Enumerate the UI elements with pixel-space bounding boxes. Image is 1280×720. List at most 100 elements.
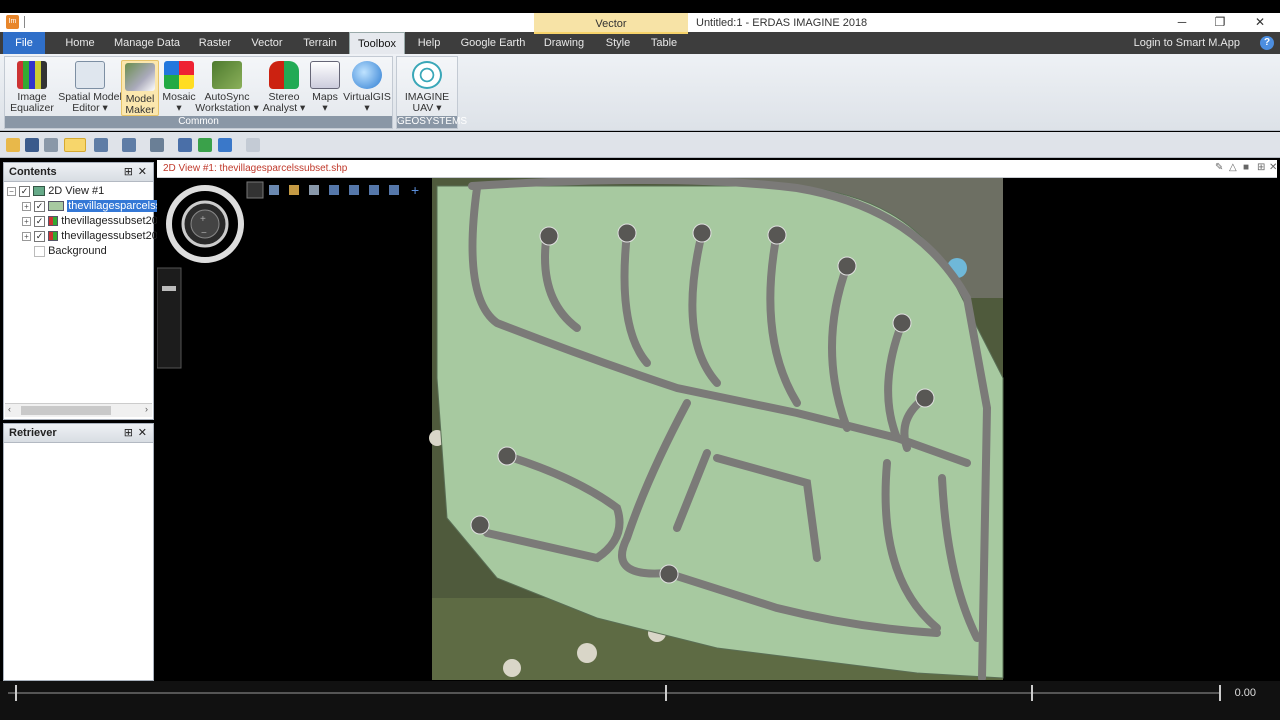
pin-icon[interactable]: ⊞ <box>124 424 133 443</box>
timeline-track[interactable] <box>8 692 1220 694</box>
view-warning-icon[interactable]: △ <box>1229 162 1237 173</box>
view-visibility-checkbox[interactable]: ✓ <box>19 185 31 197</box>
save-icon[interactable] <box>25 138 39 152</box>
pin-icon[interactable]: ⊞ <box>124 163 133 182</box>
retriever-panel-header: Retriever ⊞ ✕ <box>4 424 153 443</box>
autosync-icon <box>212 61 242 89</box>
link-tool-icon[interactable] <box>389 185 399 195</box>
raster-layer-icon <box>48 231 59 242</box>
timeline-marker[interactable] <box>1031 685 1033 701</box>
timeline-end-marker[interactable] <box>1219 685 1221 701</box>
select-cursor-icon[interactable] <box>64 138 86 152</box>
tab-file[interactable]: File <box>3 32 45 54</box>
fit-tool-icon[interactable] <box>309 185 319 195</box>
map-canvas[interactable]: + − + <box>157 178 1277 680</box>
timeline-marker[interactable] <box>665 685 667 701</box>
vector-layer-icon <box>48 201 65 212</box>
close-icon[interactable]: ✕ <box>138 424 147 443</box>
rotate-tool-icon[interactable] <box>269 185 279 195</box>
image-equalizer-button[interactable]: Image Equalizer <box>8 61 56 114</box>
mosaic-button[interactable]: Mosaic ▾ <box>161 61 197 114</box>
select-tool-icon[interactable] <box>246 181 264 199</box>
view-close-icon[interactable]: ✕ <box>1269 162 1277 173</box>
tab-terrain[interactable]: Terrain <box>298 32 342 54</box>
tree-layer-subset-1[interactable]: + ✓ thevillagessubset200 <box>22 214 164 228</box>
zoom-tool-icon[interactable] <box>329 185 339 195</box>
expand-icon[interactable]: + <box>22 231 31 241</box>
sync-tool-icon[interactable] <box>369 185 379 195</box>
expand-icon[interactable]: + <box>22 216 31 226</box>
title-bar: Im Vector Untitled:1 - ERDAS IMAGINE 201… <box>0 13 1280 32</box>
horizontal-scrollbar[interactable]: ‹ › <box>5 403 152 417</box>
maps-button[interactable]: Maps ▾ <box>307 61 343 114</box>
svg-text:−: − <box>201 228 207 239</box>
tab-raster[interactable]: Raster <box>194 32 236 54</box>
collapse-icon[interactable]: − <box>7 186 16 196</box>
timeline-start-marker[interactable] <box>15 685 17 701</box>
login-link[interactable]: Login to Smart M.App <box>1134 32 1240 54</box>
model-maker-button[interactable]: Model Maker ▾ <box>121 60 159 127</box>
layer-visibility-checkbox[interactable]: ✓ <box>34 200 46 212</box>
scroll-right-icon[interactable]: › <box>145 404 148 414</box>
background-label: Background <box>48 245 107 257</box>
zoom-slider-handle[interactable] <box>162 286 176 291</box>
north-tool-icon[interactable] <box>349 185 359 195</box>
inquire-icon[interactable] <box>218 138 232 152</box>
autosync-workstation-button[interactable]: AutoSync Workstation ▾ <box>195 61 259 114</box>
restore-button[interactable]: ❐ <box>1210 15 1230 30</box>
navigation-wheel[interactable]: + − <box>166 185 244 263</box>
mosaic-label-2: ▾ <box>176 102 182 114</box>
spatial-model-editor-button[interactable]: Spatial Model Editor ▾ <box>57 61 123 114</box>
open-folder-icon[interactable] <box>6 138 20 152</box>
stereo-analyst-button[interactable]: Stereo Analyst ▾ <box>259 61 309 114</box>
common-group: Image Equalizer Spatial Model Editor ▾ M… <box>4 56 393 129</box>
minimize-button[interactable]: ─ <box>1172 15 1192 30</box>
view-title: 2D View #1: thevillagesparcelssubset.shp <box>163 163 348 174</box>
tree-layer-parcels[interactable]: + ✓ thevillagesparcelss <box>22 199 163 213</box>
print-icon[interactable] <box>44 138 58 152</box>
tab-toolbox[interactable]: Toolbox <box>349 32 405 54</box>
view-icon <box>33 186 46 197</box>
image-equalizer-icon <box>17 61 47 89</box>
measure-icon[interactable] <box>246 138 260 152</box>
tab-drawing[interactable]: Drawing <box>540 32 588 54</box>
tab-google-earth[interactable]: Google Earth <box>458 32 528 54</box>
layer-visibility-checkbox[interactable]: ✓ <box>34 215 46 227</box>
crosshair-icon[interactable]: + <box>411 182 419 198</box>
pan-icon[interactable] <box>150 138 164 152</box>
view-node-label: 2D View #1 <box>48 185 105 197</box>
virtualgis-button[interactable]: VirtualGIS ▾ <box>343 61 391 114</box>
close-icon[interactable]: ✕ <box>138 163 147 182</box>
tab-manage-data[interactable]: Manage Data <box>112 32 182 54</box>
imagine-uav-button[interactable]: IMAGINE UAV ▾ <box>401 61 453 114</box>
zoom-slider-track[interactable] <box>157 267 182 369</box>
tree-layer-subset-2[interactable]: + ✓ thevillagessubset200 <box>22 229 164 243</box>
roam-tool-icon[interactable] <box>289 185 299 195</box>
view-lock-icon[interactable]: ■ <box>1243 162 1249 173</box>
stereo-analyst-icon <box>269 61 299 89</box>
context-tab-group-label: Vector <box>534 13 688 32</box>
map-viewport[interactable]: + − + <box>157 178 1277 680</box>
window-title: Untitled:1 - ERDAS IMAGINE 2018 <box>696 17 868 29</box>
view-edit-icon[interactable]: ✎ <box>1215 162 1223 173</box>
app-logo-icon[interactable]: Im <box>6 15 19 29</box>
tab-style[interactable]: Style <box>600 32 636 54</box>
scroll-thumb[interactable] <box>21 406 111 415</box>
expand-icon[interactable]: + <box>22 201 31 211</box>
tab-vector[interactable]: Vector <box>246 32 288 54</box>
layer-info-icon[interactable] <box>198 138 212 152</box>
close-button[interactable]: ✕ <box>1250 15 1270 30</box>
tab-table[interactable]: Table <box>646 32 682 54</box>
tree-view-node[interactable]: − ✓ 2D View #1 <box>7 184 104 198</box>
tree-background[interactable]: Background <box>34 244 107 258</box>
tab-help[interactable]: Help <box>412 32 446 54</box>
scroll-left-icon[interactable]: ‹ <box>8 404 11 414</box>
help-icon[interactable]: ? <box>1260 36 1274 50</box>
tab-home[interactable]: Home <box>58 32 102 54</box>
zoom-out-icon[interactable] <box>122 138 136 152</box>
layer-visibility-checkbox[interactable]: ✓ <box>34 230 46 242</box>
fit-to-frame-icon[interactable] <box>178 138 192 152</box>
view-pin-icon[interactable]: ⊞ <box>1257 162 1265 173</box>
background-checkbox[interactable] <box>34 245 45 257</box>
zoom-in-icon[interactable] <box>94 138 108 152</box>
